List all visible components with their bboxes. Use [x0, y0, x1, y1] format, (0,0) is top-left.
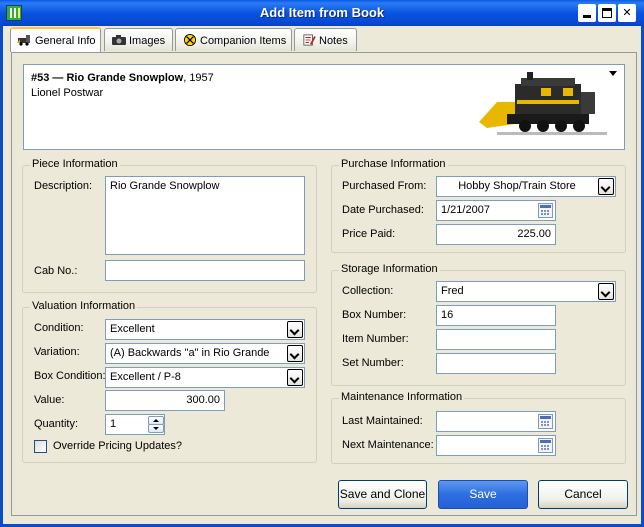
- variation-value: (A) Backwards "a" in Rio Grande: [110, 347, 270, 359]
- box-condition-label: Box Condition:: [34, 370, 106, 382]
- group-legend: Maintenance Information: [339, 391, 465, 403]
- calendar-icon[interactable]: [538, 438, 553, 453]
- box-condition-value: Excellent / P-8: [110, 371, 181, 383]
- tab-images[interactable]: Images: [104, 28, 173, 51]
- group-legend: Storage Information: [339, 263, 440, 275]
- tab-label: Images: [129, 35, 166, 47]
- value-label: Value:: [34, 394, 65, 406]
- box-condition-select[interactable]: Excellent / P-8: [105, 367, 305, 388]
- close-icon: ✕: [622, 6, 632, 19]
- collection-select[interactable]: Fred: [436, 281, 616, 302]
- next-maintenance-field[interactable]: [436, 435, 556, 456]
- item-category: Lionel Postwar: [31, 87, 104, 99]
- purchased-from-select[interactable]: Hobby Shop/Train Store: [436, 176, 616, 197]
- minimize-button[interactable]: [578, 4, 596, 22]
- override-pricing-label[interactable]: Override Pricing Updates?: [53, 440, 182, 452]
- override-pricing-checkbox[interactable]: [34, 440, 47, 453]
- price-paid-label: Price Paid:: [342, 228, 396, 240]
- item-number-field[interactable]: [436, 329, 556, 350]
- variation-select[interactable]: (A) Backwards "a" in Rio Grande: [105, 343, 305, 364]
- purchase-information-group: Purchase Information Purchased From: Hob…: [331, 158, 626, 253]
- date-purchased-label: Date Purchased:: [342, 204, 424, 216]
- box-number-field[interactable]: 16: [436, 305, 556, 326]
- item-header[interactable]: #53 — Rio Grande Snowplow, 1957 Lionel P…: [23, 64, 625, 150]
- chevron-down-icon[interactable]: [598, 283, 614, 300]
- chevron-down-icon[interactable]: [287, 369, 303, 386]
- window-title: Add Item from Book: [259, 5, 385, 20]
- tab-label: Notes: [319, 35, 348, 47]
- piece-information-group: Piece Information Description: Rio Grand…: [22, 158, 317, 293]
- cab-number-label: Cab No.:: [34, 265, 78, 277]
- chevron-down-icon[interactable]: [598, 178, 614, 195]
- date-purchased-field[interactable]: 1/21/2007: [436, 200, 556, 221]
- purchased-from-value: Hobby Shop/Train Store: [458, 180, 576, 192]
- maximize-button[interactable]: [598, 4, 616, 22]
- tab-label: Companion Items: [200, 35, 287, 47]
- set-number-label: Set Number:: [342, 357, 404, 369]
- locomotive-photo: [477, 72, 609, 142]
- storage-information-group: Storage Information Collection: Fred Box…: [331, 263, 626, 386]
- save-and-clone-button[interactable]: Save and Clone: [338, 480, 427, 509]
- next-maintenance-label: Next Maintenance:: [342, 439, 434, 451]
- date-purchased-value: 1/21/2007: [441, 204, 490, 216]
- item-number: #53 — Rio Grande Snowplow: [31, 72, 184, 84]
- spin-down-icon[interactable]: [148, 424, 164, 433]
- collection-label: Collection:: [342, 285, 394, 297]
- notes-icon: [303, 34, 316, 46]
- group-legend: Valuation Information: [30, 300, 138, 312]
- quantity-spinner[interactable]: [148, 416, 164, 433]
- minimize-icon: [583, 15, 591, 18]
- item-title: #53 — Rio Grande Snowplow, 1957: [31, 72, 214, 84]
- tab-notes[interactable]: Notes: [294, 28, 357, 51]
- box-number-label: Box Number:: [342, 309, 407, 321]
- tab-label: General Info: [35, 35, 96, 47]
- calendar-icon[interactable]: [538, 414, 553, 429]
- last-maintained-label: Last Maintained:: [342, 415, 423, 427]
- chevron-down-icon[interactable]: [287, 345, 303, 362]
- add-item-window: Add Item from Book ✕ General Info Images…: [0, 0, 644, 527]
- train-icon: [17, 35, 30, 46]
- set-number-field[interactable]: [436, 353, 556, 374]
- crossing-sign-icon: [184, 34, 196, 46]
- variation-label: Variation:: [34, 346, 80, 358]
- purchased-from-label: Purchased From:: [342, 180, 427, 192]
- value-field[interactable]: 300.00: [105, 390, 225, 411]
- description-field[interactable]: Rio Grande Snowplow: [105, 176, 305, 255]
- condition-select[interactable]: Excellent: [105, 319, 305, 340]
- last-maintained-field[interactable]: [436, 411, 556, 432]
- item-number-label: Item Number:: [342, 333, 409, 345]
- group-legend: Piece Information: [30, 158, 120, 170]
- quantity-label: Quantity:: [34, 418, 79, 430]
- camera-icon: [112, 35, 126, 45]
- condition-value: Excellent: [110, 323, 155, 335]
- valuation-information-group: Valuation Information Condition: Excelle…: [22, 300, 317, 463]
- maximize-icon: [602, 8, 612, 18]
- chevron-down-icon[interactable]: [287, 321, 303, 338]
- item-year: , 1957: [183, 72, 214, 84]
- collection-value: Fred: [441, 285, 464, 297]
- condition-label: Condition:: [34, 322, 84, 334]
- maintenance-information-group: Maintenance Information Last Maintained:…: [331, 391, 626, 464]
- calendar-icon[interactable]: [538, 203, 553, 218]
- tab-companion-items[interactable]: Companion Items: [175, 28, 292, 51]
- save-button[interactable]: Save: [438, 480, 528, 509]
- price-paid-field[interactable]: 225.00: [436, 224, 556, 245]
- close-button[interactable]: ✕: [618, 4, 636, 22]
- title-bar[interactable]: Add Item from Book ✕: [0, 0, 644, 26]
- cancel-button[interactable]: Cancel: [538, 480, 628, 509]
- description-label: Description:: [34, 180, 93, 192]
- tab-general-info[interactable]: General Info: [10, 27, 101, 52]
- cab-number-field[interactable]: [105, 260, 305, 281]
- group-legend: Purchase Information: [339, 158, 448, 170]
- general-info-panel: #53 — Rio Grande Snowplow, 1957 Lionel P…: [11, 52, 637, 516]
- header-dropdown-icon[interactable]: [609, 71, 617, 76]
